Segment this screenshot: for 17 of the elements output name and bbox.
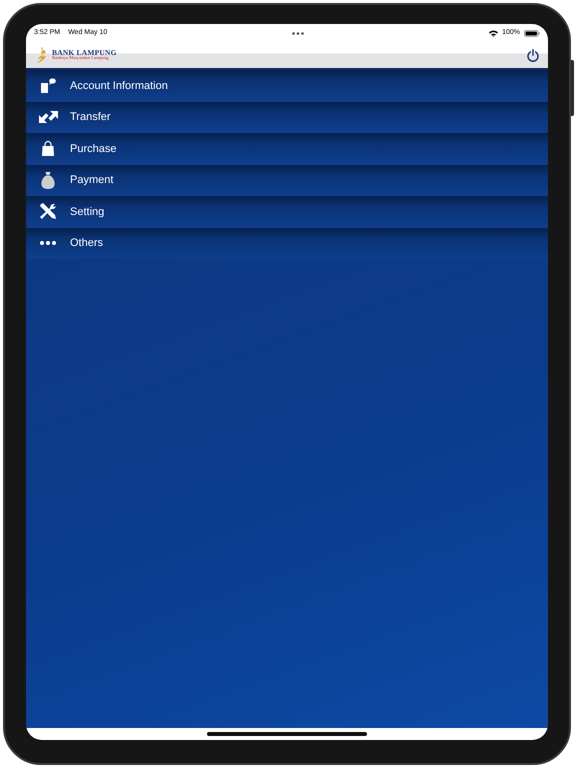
menu-item[interactable]: Others (26, 228, 548, 259)
wifi-icon (489, 30, 498, 36)
document-icon (40, 78, 56, 94)
menu-item[interactable]: Payment (26, 164, 548, 196)
shopping-bag-icon (41, 141, 55, 156)
power-button[interactable] (527, 48, 539, 62)
menu-item[interactable]: Account Information (26, 70, 548, 102)
money-bag-icon (41, 172, 55, 189)
logo-icon (36, 47, 48, 63)
menu-item[interactable]: Setting (26, 196, 548, 228)
battery-icon (524, 30, 540, 36)
menu-item[interactable]: Transfer (26, 102, 548, 133)
multitasking-icon (292, 32, 304, 34)
tools-icon (39, 203, 57, 220)
arrows-icon (38, 111, 58, 124)
more-icon (40, 241, 56, 246)
menu-item[interactable]: Purchase (26, 133, 548, 164)
